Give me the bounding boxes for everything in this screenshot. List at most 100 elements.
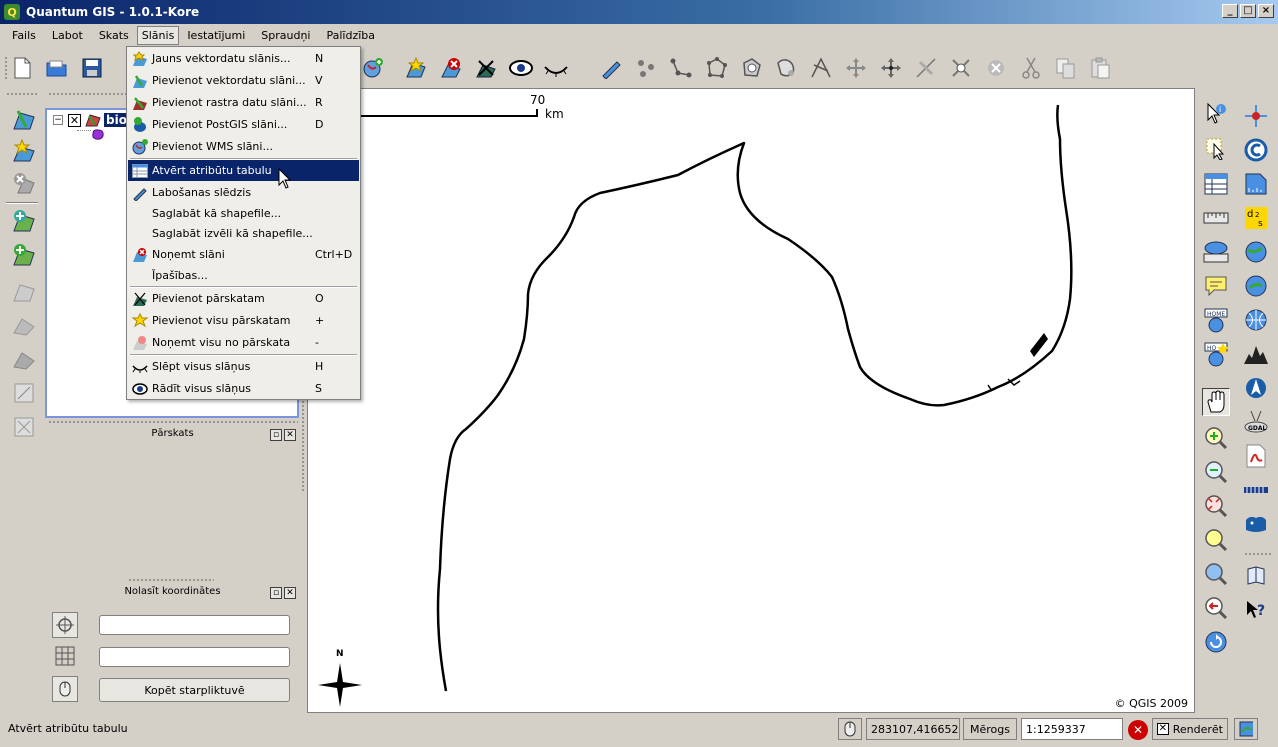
quickprint-plugin-icon[interactable] (1242, 562, 1270, 590)
menu-item-add-all-to-overview[interactable]: Pievienot visu pārskatam + (128, 310, 359, 331)
add-raster-layer-icon[interactable] (11, 138, 37, 164)
remove-layer-left-icon[interactable] (11, 170, 37, 196)
zoom-to-selection-icon[interactable] (1202, 526, 1230, 554)
cut-features-icon[interactable] (1019, 56, 1043, 80)
add-postgis-layer-icon[interactable] (11, 208, 37, 234)
menu-item-open-attribute-table[interactable]: Atvērt atribūtu tabulu (128, 160, 359, 181)
paste-features-icon[interactable] (1089, 56, 1113, 80)
menu-file[interactable]: Fails (4, 26, 44, 45)
layer-visibility-checkbox[interactable]: ✕ (68, 113, 81, 127)
layer-tool-5-icon[interactable] (11, 346, 37, 372)
coordinate-input-1[interactable] (99, 615, 290, 635)
measure-line-icon[interactable] (1202, 204, 1230, 232)
menu-plugins[interactable]: Spraudņi (253, 26, 318, 45)
add-vector-layer-icon[interactable] (11, 106, 37, 132)
toggle-editing-icon[interactable] (599, 56, 623, 80)
menu-item-save-as-shapefile[interactable]: Saglabāt kā shapefile... (128, 203, 359, 224)
overview-area[interactable] (45, 444, 305, 574)
add-island-icon[interactable] (774, 56, 798, 80)
dxf2shp-plugin-icon[interactable]: d2s (1242, 204, 1270, 232)
menu-item-properties[interactable]: Īpašības... (128, 265, 359, 286)
remove-from-overview-icon[interactable] (439, 56, 463, 80)
menu-help[interactable]: Palīdzība (319, 26, 384, 45)
map-canvas[interactable]: 70 km N © QGIS 2009 (307, 88, 1195, 713)
north-arrow-plugin-icon[interactable] (1242, 374, 1270, 402)
layer-tool-3-icon[interactable] (11, 278, 37, 304)
show-all-layers-icon[interactable] (509, 56, 533, 80)
track-mouse-button[interactable] (52, 676, 78, 702)
maximize-button[interactable]: □ (1240, 4, 1256, 18)
add-ring-icon[interactable] (739, 56, 763, 80)
add-to-overview-icon[interactable] (404, 56, 428, 80)
identify-features-icon[interactable]: i (1202, 100, 1230, 128)
add-wms-toolbar-icon[interactable] (361, 56, 385, 80)
copyright-label-plugin-icon[interactable] (1242, 136, 1270, 164)
new-project-icon[interactable] (10, 56, 34, 80)
remove-all-overview-icon[interactable] (474, 56, 498, 80)
menu-item-new-vector[interactable]: Jauns vektordatu slānis... N (128, 48, 359, 69)
zoom-last-icon[interactable] (1202, 594, 1230, 622)
render-checkbox[interactable]: ✕ (1157, 723, 1169, 735)
menu-view[interactable]: Skats (91, 26, 137, 45)
layer-tool-6-icon[interactable] (11, 380, 37, 406)
new-bookmark-icon[interactable]: HOME (1202, 306, 1230, 334)
menu-item-remove-layer[interactable]: Noņemt slāni Ctrl+D (128, 244, 359, 265)
menu-item-remove-all-from-overview[interactable]: Noņemt visu no pārskata - (128, 332, 359, 353)
layer-tool-7-icon[interactable] (11, 414, 37, 440)
open-project-icon[interactable] (45, 56, 69, 80)
menu-edit[interactable]: Labot (44, 26, 91, 45)
toggle-coordinates-button[interactable] (838, 718, 862, 740)
capture-line-icon[interactable] (669, 56, 693, 80)
grid-maker-plugin-icon[interactable] (1242, 306, 1270, 334)
add-vertex-icon[interactable] (914, 56, 938, 80)
menu-item-hide-all-layers[interactable]: Slēpt visus slāņus H (128, 356, 359, 377)
select-features-icon[interactable] (1202, 134, 1230, 162)
zoom-out-icon[interactable] (1202, 458, 1230, 486)
overview-close-button[interactable]: ✕ (284, 429, 296, 441)
coordinate-capture-plugin-icon[interactable] (1242, 102, 1270, 130)
menu-item-show-all-layers[interactable]: Rādīt visus slāņus S (128, 378, 359, 399)
move-vertex-icon[interactable] (879, 56, 903, 80)
capture-polygon-icon[interactable] (704, 56, 728, 80)
minimize-button[interactable]: _ (1222, 4, 1238, 18)
new-vector-layer-left-icon[interactable] (11, 242, 37, 268)
render-toggle[interactable]: ✕ Renderēt (1152, 718, 1228, 740)
overview-float-button[interactable]: ▫ (270, 429, 282, 441)
menu-item-add-vector[interactable]: Pievienot vektordatu slāni... V (128, 70, 359, 91)
move-feature-icon[interactable] (844, 56, 868, 80)
collapse-toggle[interactable]: − (53, 115, 63, 125)
copy-features-icon[interactable] (1054, 56, 1078, 80)
save-project-icon[interactable] (80, 56, 104, 80)
layer-tool-4-icon[interactable] (11, 312, 37, 338)
menu-item-add-raster[interactable]: Pievienot rastra datu slāni... R (128, 92, 359, 113)
delete-selected-icon[interactable] (984, 56, 1008, 80)
stop-render-icon[interactable]: ✕ (1128, 720, 1148, 740)
menu-item-save-selection-as-shapefile[interactable]: Saglabāt izvēli kā shapefile... (128, 223, 359, 244)
menu-item-toggle-editing[interactable]: Labošanas slēdzis (128, 182, 359, 203)
scale-input[interactable]: 1:1259337 (1021, 718, 1123, 740)
coords-float-button[interactable]: ▫ (270, 587, 282, 599)
map-tips-icon[interactable] (1202, 272, 1230, 300)
capture-point-icon[interactable] (634, 56, 658, 80)
postgis-plugin-icon[interactable] (1242, 476, 1270, 504)
measure-area-icon[interactable] (1202, 238, 1230, 266)
menu-layer[interactable]: Slānis (136, 25, 180, 45)
spit-plugin-icon[interactable] (1242, 510, 1270, 538)
zoom-in-icon[interactable] (1202, 424, 1230, 452)
menu-item-add-postgis[interactable]: Pievienot PostGIS slāni... D (128, 114, 359, 135)
projection-button[interactable] (1234, 718, 1258, 740)
refresh-map-icon[interactable] (1202, 628, 1230, 656)
gdal-tools-plugin-icon[interactable]: GDAL (1242, 408, 1270, 436)
scale-bar-plugin-icon[interactable] (1242, 170, 1270, 198)
menu-item-add-wms[interactable]: Pievienot WMS slāni... (128, 136, 359, 157)
menu-item-add-to-overview[interactable]: Pievienot pārskatam O (128, 288, 359, 309)
attribute-table-toolbar-icon[interactable] (1202, 170, 1230, 198)
coordinate-input-2[interactable] (99, 647, 290, 667)
whats-this-icon[interactable]: ? (1242, 596, 1270, 624)
hide-all-layers-icon[interactable] (544, 56, 568, 80)
split-features-icon[interactable] (809, 56, 833, 80)
georeferencer-plugin-icon[interactable] (1242, 340, 1270, 368)
show-bookmarks-icon[interactable]: HO (1202, 340, 1230, 368)
delete-vertex-icon[interactable] (949, 56, 973, 80)
pdf-export-plugin-icon[interactable] (1242, 442, 1270, 470)
